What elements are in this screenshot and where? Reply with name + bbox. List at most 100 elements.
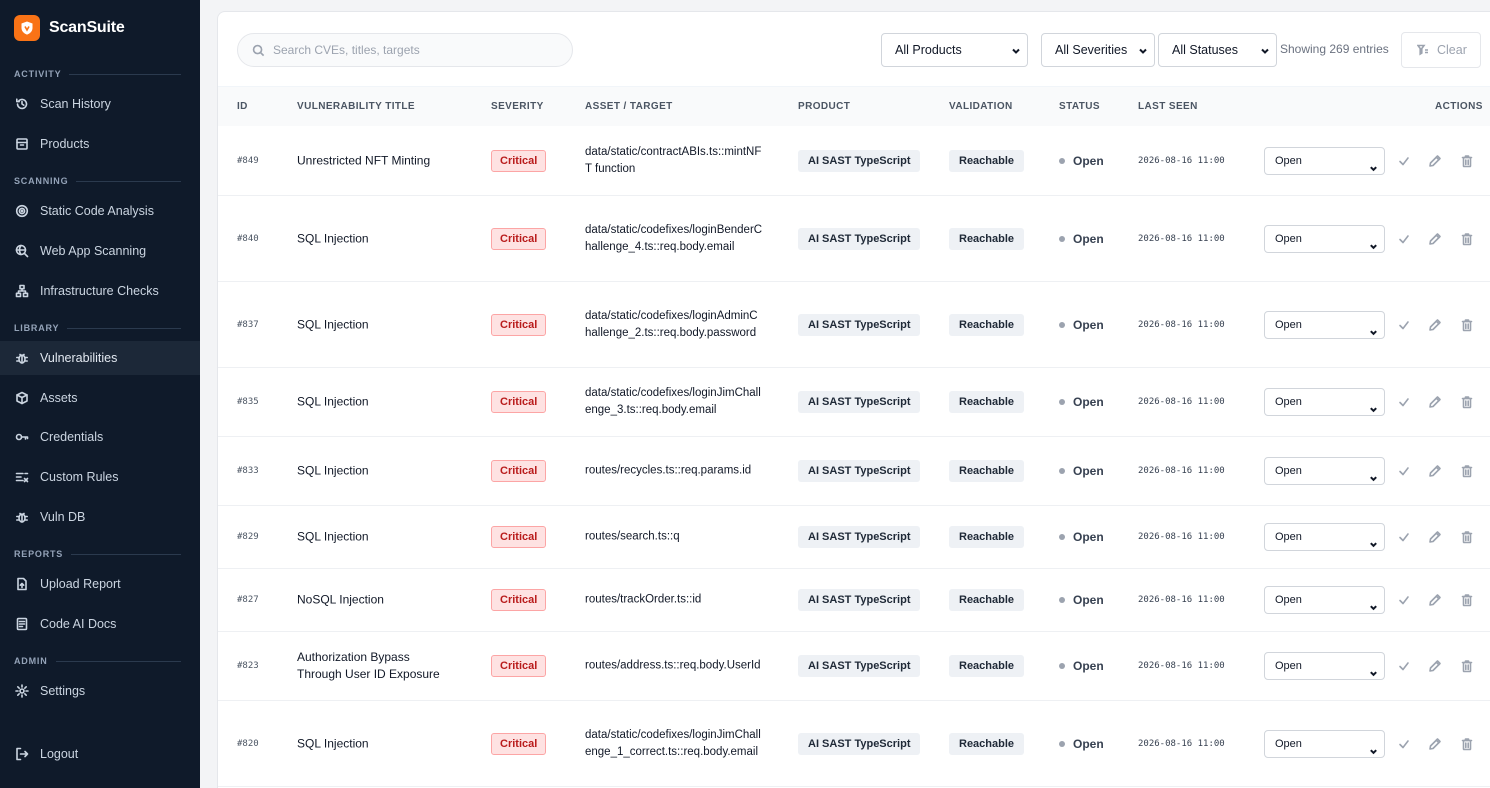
trash-icon[interactable] bbox=[1460, 530, 1474, 544]
sidebar-item-credentials[interactable]: Credentials bbox=[0, 420, 200, 454]
vuln-id: #823 bbox=[237, 661, 259, 671]
sidebar-item-upload-report[interactable]: Upload Report bbox=[0, 567, 200, 601]
sidebar-item-vulnerabilities[interactable]: Vulnerabilities bbox=[0, 341, 200, 375]
edit-icon[interactable] bbox=[1428, 659, 1442, 673]
brand[interactable]: ScanSuite bbox=[0, 0, 200, 56]
vuln-title[interactable]: SQL Injection bbox=[297, 394, 457, 411]
gear-icon bbox=[15, 684, 29, 698]
check-icon[interactable] bbox=[1397, 464, 1411, 478]
edit-icon[interactable] bbox=[1428, 395, 1442, 409]
trash-icon[interactable] bbox=[1460, 464, 1474, 478]
edit-icon[interactable] bbox=[1428, 593, 1442, 607]
status-select-value: Open bbox=[1275, 737, 1302, 750]
status-select[interactable]: Open bbox=[1264, 388, 1385, 416]
sidebar-item-vuln-db[interactable]: Vuln DB bbox=[0, 500, 200, 534]
table-row[interactable]: #840 SQL Injection Critical data/static/cod… bbox=[218, 196, 1490, 282]
trash-icon[interactable] bbox=[1460, 395, 1474, 409]
vuln-id: #833 bbox=[237, 466, 259, 476]
edit-icon[interactable] bbox=[1428, 154, 1442, 168]
status-select[interactable]: Open bbox=[1264, 523, 1385, 551]
edit-icon[interactable] bbox=[1428, 737, 1442, 751]
table-row[interactable]: #835 SQL Injection Critical data/static/cod… bbox=[218, 368, 1490, 437]
last-seen: 2026-08-16 11:00 bbox=[1138, 397, 1225, 407]
logout-button[interactable]: Logout bbox=[0, 737, 200, 771]
sidebar-item-label: Vulnerabilities bbox=[40, 351, 118, 365]
trash-icon[interactable] bbox=[1460, 659, 1474, 673]
sidebar-item-code-ai-docs[interactable]: Code AI Docs bbox=[0, 607, 200, 641]
severity-badge: Critical bbox=[491, 391, 547, 413]
status-select[interactable]: Open bbox=[1264, 224, 1385, 253]
vuln-title[interactable]: Authorization Bypass Through User ID Exp… bbox=[297, 649, 457, 683]
trash-icon[interactable] bbox=[1460, 318, 1474, 332]
section-divider bbox=[67, 327, 181, 329]
check-icon[interactable] bbox=[1397, 737, 1411, 751]
sidebar-item-label: Products bbox=[40, 137, 90, 151]
vuln-title[interactable]: Unrestricted NFT Minting bbox=[297, 152, 457, 169]
status-select[interactable]: Open bbox=[1264, 586, 1385, 614]
status-select[interactable]: Open bbox=[1264, 310, 1385, 339]
edit-icon[interactable] bbox=[1428, 318, 1442, 332]
sidebar-item-infrastructure-checks[interactable]: Infrastructure Checks bbox=[0, 274, 200, 308]
sidebar-item-static-code-analysis[interactable]: Static Code Analysis bbox=[0, 194, 200, 228]
vuln-title[interactable]: SQL Injection bbox=[297, 230, 457, 247]
trash-icon[interactable] bbox=[1460, 737, 1474, 751]
table-row[interactable]: #829 SQL Injection Critical routes/search.t… bbox=[218, 506, 1490, 569]
table-row[interactable]: #827 NoSQL Injection Critical routes/trackO… bbox=[218, 569, 1490, 632]
edit-icon[interactable] bbox=[1428, 232, 1442, 246]
table-row[interactable]: #837 SQL Injection Critical data/static/cod… bbox=[218, 282, 1490, 368]
validation-badge: Reachable bbox=[949, 227, 1025, 250]
table-row[interactable]: #823 Authorization Bypass Through User ID… bbox=[218, 632, 1490, 701]
status-select[interactable]: Open bbox=[1264, 457, 1385, 485]
status-indicator: Open bbox=[1059, 593, 1104, 607]
trash-icon[interactable] bbox=[1460, 154, 1474, 168]
search-input[interactable] bbox=[273, 43, 553, 57]
status-text: Open bbox=[1073, 659, 1104, 673]
check-icon[interactable] bbox=[1397, 154, 1411, 168]
section-divider bbox=[69, 73, 181, 75]
status-select-value: Open bbox=[1275, 465, 1302, 477]
vuln-title[interactable]: SQL Injection bbox=[297, 316, 457, 333]
status-dot bbox=[1059, 597, 1065, 603]
sidebar-item-custom-rules[interactable]: Custom Rules bbox=[0, 460, 200, 494]
validation-badge: Reachable bbox=[949, 526, 1025, 548]
table-row[interactable]: #820 SQL Injection Critical data/static/cod… bbox=[218, 701, 1490, 787]
column-header: VALIDATION bbox=[949, 101, 1013, 112]
vuln-title[interactable]: SQL Injection bbox=[297, 735, 457, 752]
status-select-value: Open bbox=[1275, 154, 1302, 167]
status-select[interactable]: Open bbox=[1264, 146, 1385, 175]
status-dot bbox=[1059, 157, 1065, 164]
vuln-title[interactable]: SQL Injection bbox=[297, 463, 457, 480]
last-seen: 2026-08-16 11:00 bbox=[1138, 466, 1225, 476]
vuln-title[interactable]: NoSQL Injection bbox=[297, 592, 457, 609]
vuln-title[interactable]: SQL Injection bbox=[297, 529, 457, 546]
entries-count: Showing 269 entries bbox=[1280, 42, 1389, 56]
sidebar-item-products[interactable]: Products bbox=[0, 127, 200, 161]
check-icon[interactable] bbox=[1397, 318, 1411, 332]
trash-icon[interactable] bbox=[1460, 232, 1474, 246]
last-seen: 2026-08-16 11:00 bbox=[1138, 738, 1225, 749]
sidebar-item-settings[interactable]: Settings bbox=[0, 674, 200, 708]
search-box[interactable] bbox=[237, 33, 573, 67]
logout-label: Logout bbox=[40, 747, 79, 761]
last-seen: 2026-08-16 11:00 bbox=[1138, 661, 1225, 671]
check-icon[interactable] bbox=[1397, 395, 1411, 409]
check-icon[interactable] bbox=[1397, 232, 1411, 246]
trash-icon[interactable] bbox=[1460, 593, 1474, 607]
table-row[interactable]: #833 SQL Injection Critical routes/recycles… bbox=[218, 437, 1490, 506]
check-icon[interactable] bbox=[1397, 530, 1411, 544]
clear-filters-button[interactable]: Clear bbox=[1401, 32, 1481, 68]
sidebar-item-assets[interactable]: Assets bbox=[0, 381, 200, 415]
check-icon[interactable] bbox=[1397, 593, 1411, 607]
sidebar-item-web-app-scanning[interactable]: Web App Scanning bbox=[0, 234, 200, 268]
status-select[interactable]: Open bbox=[1264, 729, 1385, 758]
edit-icon[interactable] bbox=[1428, 464, 1442, 478]
status-indicator: Open bbox=[1059, 232, 1104, 246]
edit-icon[interactable] bbox=[1428, 530, 1442, 544]
sidebar-item-scan-history[interactable]: Scan History bbox=[0, 87, 200, 121]
status-filter-select[interactable]: All Statuses bbox=[1158, 33, 1277, 67]
status-select[interactable]: Open bbox=[1264, 652, 1385, 680]
severity-filter-select[interactable]: All Severities bbox=[1041, 33, 1155, 67]
check-icon[interactable] bbox=[1397, 659, 1411, 673]
table-row[interactable]: #849 Unrestricted NFT Minting Critical data… bbox=[218, 126, 1490, 196]
product-filter-select[interactable]: All Products bbox=[881, 33, 1028, 67]
